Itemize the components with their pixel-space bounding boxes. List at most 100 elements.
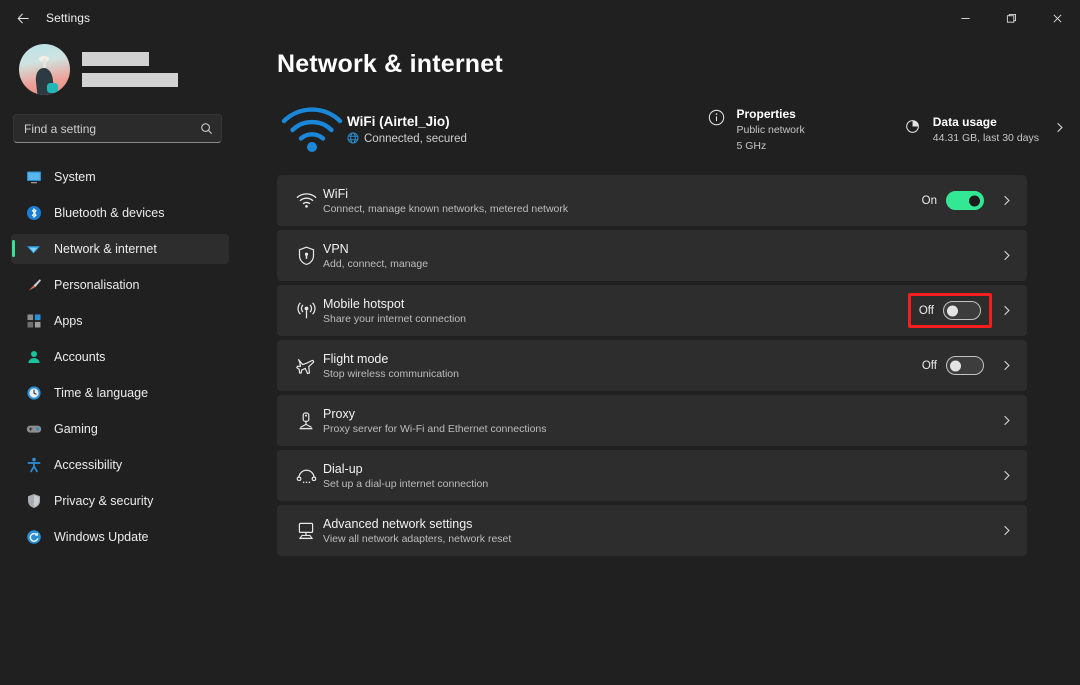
row-controls — [1000, 469, 1013, 482]
globe-icon — [347, 132, 359, 147]
pie-chart-icon — [905, 117, 922, 139]
network-summary: WiFi (Airtel_Jio) Connected, secured Pro… — [277, 101, 1080, 159]
brush-icon — [25, 277, 42, 294]
toggle-state-label: Off — [918, 304, 934, 317]
flight-mode-toggle[interactable] — [946, 356, 984, 375]
wifi-toggle[interactable] — [946, 191, 984, 210]
accounts-icon — [25, 349, 42, 366]
sidebar-item-gaming[interactable]: Gaming — [11, 414, 229, 444]
wifi-toggle-group[interactable]: On — [916, 187, 990, 214]
sidebar-item-label: Windows Update — [54, 530, 149, 544]
row-vpn[interactable]: VPN Add, connect, manage — [277, 230, 1027, 281]
sidebar-item-label: Apps — [54, 314, 83, 328]
sidebar-item-label: Gaming — [54, 422, 98, 436]
chevron-right-icon[interactable] — [1000, 359, 1013, 372]
properties-card[interactable]: Properties Public network 5 GHz — [708, 107, 805, 153]
summary-actions: Properties Public network 5 GHz Data usa… — [708, 107, 1080, 153]
row-title: VPN — [323, 241, 349, 256]
toggle-state-label: On — [921, 194, 937, 207]
network-status-label: Connected, secured — [364, 133, 467, 145]
shield-icon — [25, 493, 42, 510]
sidebar-item-label: System — [54, 170, 96, 184]
mobile-hotspot-toggle-group[interactable]: Off — [907, 293, 992, 328]
toggle-state-label: Off — [921, 359, 937, 372]
row-title: Flight mode — [323, 351, 389, 366]
sidebar-item-time-language[interactable]: Time & language — [11, 378, 229, 408]
sidebar-item-accessibility[interactable]: Accessibility — [11, 450, 229, 480]
account-name-redacted — [82, 51, 178, 87]
apps-icon — [25, 313, 42, 330]
sidebar-item-system[interactable]: System — [11, 162, 229, 192]
network-icon — [25, 241, 42, 258]
sidebar-item-privacy-security[interactable]: Privacy & security — [11, 486, 229, 516]
data-usage-detail: 44.31 GB, last 30 days — [932, 131, 1039, 144]
settings-rows: WiFi Connect, manage known networks, met… — [277, 175, 1080, 556]
back-arrow-icon — [17, 12, 29, 24]
account-block[interactable] — [11, 36, 229, 98]
minimize-icon — [960, 17, 970, 19]
row-controls: On — [916, 187, 1013, 214]
sidebar-item-label: Network & internet — [54, 242, 157, 256]
info-icon — [708, 109, 725, 131]
row-subtitle: Set up a dial-up internet connection — [323, 477, 489, 490]
row-title: Dial-up — [323, 461, 363, 476]
chevron-right-icon[interactable] — [1000, 524, 1013, 537]
chevron-right-icon[interactable] — [1000, 249, 1013, 262]
proxy-icon — [289, 411, 323, 431]
clock-icon — [25, 385, 42, 402]
chevron-right-icon[interactable] — [1000, 194, 1013, 207]
page-title: Network & internet — [277, 50, 503, 78]
data-usage-card[interactable]: Data usage 44.31 GB, last 30 days — [905, 115, 1039, 145]
update-icon — [25, 529, 42, 546]
row-advanced-network-settings[interactable]: Advanced network settings View all netwo… — [277, 505, 1027, 556]
sidebar-item-label: Bluetooth & devices — [54, 206, 165, 220]
search-box[interactable] — [13, 114, 222, 143]
sidebar-item-label: Privacy & security — [54, 494, 154, 508]
sidebar-item-accounts[interactable]: Accounts — [11, 342, 229, 372]
network-ssid: WiFi (Airtel_Jio) — [347, 113, 450, 129]
row-subtitle: Connect, manage known networks, metered … — [323, 202, 569, 215]
sidebar-item-apps[interactable]: Apps — [11, 306, 229, 336]
hotspot-icon — [289, 301, 323, 321]
chevron-right-icon[interactable] — [1053, 121, 1066, 139]
close-icon — [1053, 14, 1061, 22]
sidebar-item-bluetooth-devices[interactable]: Bluetooth & devices — [11, 198, 229, 228]
back-button[interactable] — [6, 3, 40, 33]
app-title: Settings — [46, 11, 91, 25]
row-flight-mode[interactable]: Flight mode Stop wireless communication … — [277, 340, 1027, 391]
network-identity: WiFi (Airtel_Jio) Connected, secured — [347, 114, 467, 147]
sidebar-item-personalisation[interactable]: Personalisation — [11, 270, 229, 300]
minimize-button[interactable] — [942, 0, 988, 36]
accessibility-icon — [25, 457, 42, 474]
sidebar-item-windows-update[interactable]: Windows Update — [11, 522, 229, 552]
row-mobile-hotspot[interactable]: Mobile hotspot Share your internet conne… — [277, 285, 1027, 336]
chevron-right-icon[interactable] — [1000, 414, 1013, 427]
chevron-right-icon[interactable] — [1000, 304, 1013, 317]
close-button[interactable] — [1034, 0, 1080, 36]
row-title: WiFi — [323, 186, 348, 201]
main-content: Network & internet WiFi (Airtel_Jio) Con… — [240, 36, 1080, 685]
row-controls — [1000, 414, 1013, 427]
chevron-right-icon[interactable] — [1000, 469, 1013, 482]
mobile-hotspot-toggle[interactable] — [943, 301, 981, 320]
row-controls — [1000, 249, 1013, 262]
search-input[interactable] — [24, 121, 200, 136]
airplane-icon — [289, 356, 323, 376]
row-title: Advanced network settings — [323, 516, 473, 531]
window-controls — [942, 0, 1080, 36]
wifi-icon — [289, 192, 323, 209]
sidebar-item-network-internet[interactable]: Network & internet — [11, 234, 229, 264]
row-wifi[interactable]: WiFi Connect, manage known networks, met… — [277, 175, 1027, 226]
row-dial-up[interactable]: Dial-up Set up a dial-up internet connec… — [277, 450, 1027, 501]
gamepad-icon — [25, 421, 42, 438]
row-proxy[interactable]: Proxy Proxy server for Wi-Fi and Etherne… — [277, 395, 1027, 446]
sidebar-item-label: Time & language — [54, 386, 149, 400]
row-title: Proxy — [323, 406, 355, 421]
vpn-shield-icon — [289, 246, 323, 266]
network-status: Connected, secured — [347, 132, 467, 147]
flight-mode-toggle-group[interactable]: Off — [916, 352, 990, 379]
row-controls: Off — [916, 352, 1013, 379]
data-usage-title: Data usage — [932, 114, 997, 129]
avatar — [19, 43, 70, 95]
restore-button[interactable] — [988, 0, 1034, 36]
